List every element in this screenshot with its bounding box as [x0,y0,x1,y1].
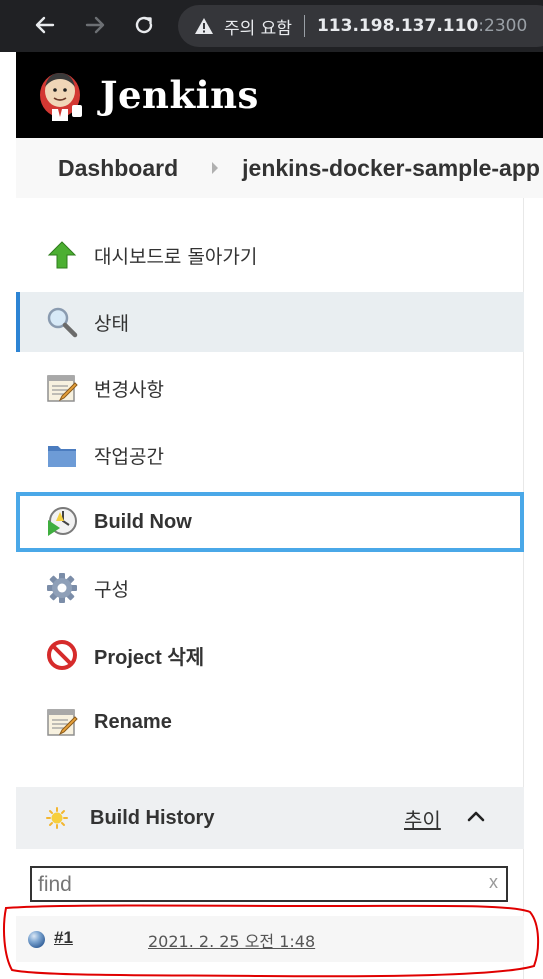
breadcrumb-project[interactable]: jenkins-docker-sample-app [242,155,540,182]
task-label: 대시보드로 돌아가기 [94,245,258,268]
url-host: 113.198.137.110 [316,16,479,36]
build-row: #1 2021. 2. 25 오전 1:48 [16,916,524,962]
browser-toolbar: 주의 요함 113.198.137.110 :2300 [0,0,543,52]
build-history-title: Build History [90,806,215,829]
reload-button[interactable] [129,10,159,40]
build-number-link[interactable]: #1 [54,928,73,948]
task-status[interactable]: 상태 [16,292,524,352]
clear-search-button[interactable]: x [489,872,498,893]
build-status-ball-icon [28,931,45,948]
task-label: Rename [94,710,172,733]
task-label: 구성 [94,578,129,601]
build-search-input[interactable] [38,871,458,899]
url-divider [303,15,305,37]
jenkins-title[interactable]: Jenkins [100,73,259,117]
task-changes[interactable]: 변경사항 [16,358,524,418]
security-warning-text: 주의 요함 [224,18,292,39]
back-button[interactable] [30,10,60,40]
clock-play-icon [48,507,77,536]
notepad-icon [47,709,78,736]
task-delete-project[interactable]: Project 삭제 [16,625,524,685]
build-date-link[interactable]: 2021. 2. 25 오전 1:48 [148,928,315,952]
task-label: 작업공간 [94,445,164,468]
url-port: :2300 [478,16,528,36]
gear-icon [47,573,77,603]
reload-icon [135,16,153,34]
forward-arrow-icon [85,16,105,34]
notepad-icon [47,375,78,402]
side-panel: 대시보드로 돌아가기 상태 변경사항 작업공간 Build Now 구성 Pro… [16,198,524,979]
up-arrow-icon [47,241,77,269]
task-workspace[interactable]: 작업공간 [16,425,524,485]
jenkins-header: Jenkins [16,52,543,138]
jenkins-logo-icon[interactable] [36,65,86,125]
build-search-box: x [30,866,508,902]
trend-link[interactable]: 추이 [404,804,441,833]
chevron-up-icon[interactable] [466,809,486,823]
task-configure[interactable]: 구성 [16,558,524,618]
folder-icon [48,446,76,467]
task-back-to-dashboard[interactable]: 대시보드로 돌아가기 [16,225,524,285]
task-build-now[interactable]: Build Now [16,492,524,552]
breadcrumb-dashboard[interactable]: Dashboard [58,155,178,182]
task-label: 상태 [94,312,129,335]
sun-icon [46,807,68,829]
forward-button[interactable] [80,10,110,40]
task-label: Project 삭제 [94,646,205,669]
breadcrumb-chevron-icon[interactable] [212,162,219,174]
task-label: 변경사항 [94,378,164,401]
no-entry-icon [47,640,77,670]
warning-icon [195,18,213,34]
task-rename[interactable]: Rename [16,692,524,752]
task-label: Build Now [94,510,192,533]
back-arrow-icon [35,16,55,34]
address-bar[interactable]: 주의 요함 113.198.137.110 :2300 [178,5,543,47]
build-history-header: Build History 추이 [16,787,524,849]
breadcrumb: Dashboard jenkins-docker-sample-app [16,138,543,198]
search-icon [47,307,78,338]
